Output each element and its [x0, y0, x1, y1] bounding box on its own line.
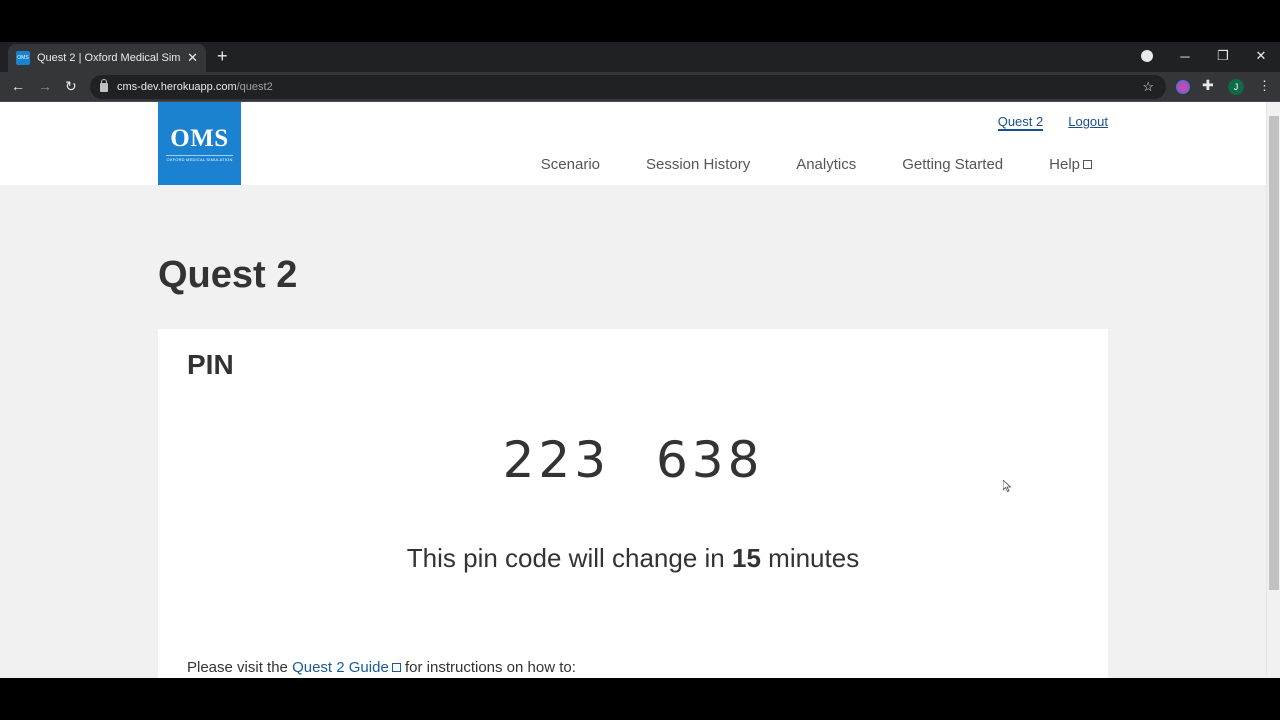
- lock-icon: [100, 78, 108, 92]
- site-header: OMS OXFORD MEDICAL SIMULATION Quest 2 Lo…: [0, 102, 1266, 185]
- browser-tabstrip: OMS Quest 2 | Oxford Medical Simulati ✕ …: [0, 42, 1280, 72]
- pin-part-1: 223: [502, 431, 611, 489]
- nav-help[interactable]: Help: [1049, 156, 1092, 173]
- nav-help-label: Help: [1049, 156, 1080, 173]
- page-viewport: OMS OXFORD MEDICAL SIMULATION Quest 2 Lo…: [0, 102, 1280, 678]
- url-path: /quest2: [236, 81, 273, 93]
- mouse-cursor-icon: [1003, 480, 1011, 492]
- top-links: Quest 2 Logout: [997, 114, 1108, 131]
- url-host: cms-dev.herokuapp.com: [117, 81, 237, 93]
- card-title: PIN: [187, 349, 234, 380]
- browser-toolbar: ← → ↻ cms-dev.herokuapp.com/quest2 ☆ ✚ J…: [0, 72, 1280, 102]
- logout-link[interactable]: Logout: [1068, 114, 1108, 131]
- nav-session-history[interactable]: Session History: [646, 156, 750, 173]
- reload-icon[interactable]: ↻: [65, 78, 77, 94]
- external-link-icon: [391, 663, 401, 672]
- back-arrow-icon[interactable]: ←: [11, 78, 25, 94]
- browser-tab[interactable]: OMS Quest 2 | Oxford Medical Simulati ✕: [8, 44, 206, 72]
- tab-title: Quest 2 | Oxford Medical Simulati: [37, 52, 181, 64]
- menu-kebab-icon[interactable]: ⋮: [1258, 78, 1271, 94]
- logo-text: OMS: [170, 125, 229, 152]
- extensions-puzzle-icon[interactable]: ✚: [1202, 77, 1214, 93]
- scrollbar-thumb[interactable]: [1269, 116, 1279, 590]
- restore-button[interactable]: ❐: [1204, 48, 1242, 64]
- quest2-link[interactable]: Quest 2: [997, 114, 1044, 131]
- screen: OMS Quest 2 | Oxford Medical Simulati ✕ …: [0, 0, 1280, 720]
- pin-expiry-message: This pin code will change in 15 minutes: [158, 543, 1108, 574]
- logo-subtitle: OXFORD MEDICAL SIMULATION: [166, 155, 233, 162]
- quest2-guide-link[interactable]: Quest 2 Guide: [292, 659, 401, 676]
- close-window-button[interactable]: ✕: [1242, 48, 1280, 64]
- pin-msg-suffix: minutes: [768, 543, 860, 573]
- oms-logo[interactable]: OMS OXFORD MEDICAL SIMULATION: [158, 102, 241, 185]
- main-nav: Scenario Session History Analytics Getti…: [541, 156, 1092, 173]
- nav-analytics[interactable]: Analytics: [796, 156, 856, 173]
- nav-scenario[interactable]: Scenario: [541, 156, 600, 173]
- pin-code: 223 638: [158, 431, 1108, 489]
- download-icon[interactable]: [1128, 50, 1166, 62]
- page-title: Quest 2: [158, 254, 298, 296]
- page-scrollbar[interactable]: [1266, 102, 1280, 678]
- profile-avatar[interactable]: J: [1228, 79, 1244, 95]
- pin-card: PIN 223 638 This pin code will change in…: [158, 329, 1108, 678]
- nav-getting-started[interactable]: Getting Started: [902, 156, 1003, 173]
- guide-prefix: Please visit the: [187, 659, 288, 676]
- extension-icon[interactable]: [1176, 80, 1190, 94]
- bookmark-star-icon[interactable]: ☆: [1142, 79, 1154, 95]
- guide-suffix: for instructions on how to:: [404, 659, 576, 676]
- external-link-icon: [1083, 160, 1092, 169]
- pin-minutes: 15: [732, 543, 761, 573]
- forward-arrow-icon[interactable]: →: [38, 78, 52, 94]
- close-tab-icon[interactable]: ✕: [187, 50, 198, 66]
- window-controls: ─ ❐ ✕: [1128, 42, 1280, 70]
- pin-part-2: 638: [655, 431, 764, 489]
- minimize-button[interactable]: ─: [1166, 49, 1204, 64]
- address-bar[interactable]: cms-dev.herokuapp.com/quest2 ☆: [90, 75, 1166, 99]
- oms-favicon-icon: OMS: [16, 51, 30, 65]
- guide-instructions: Please visit the Quest 2 Guide for instr…: [187, 659, 576, 676]
- new-tab-button[interactable]: +: [217, 46, 228, 66]
- pin-msg-prefix: This pin code will change in: [406, 543, 725, 573]
- guide-link-label: Quest 2 Guide: [292, 659, 389, 676]
